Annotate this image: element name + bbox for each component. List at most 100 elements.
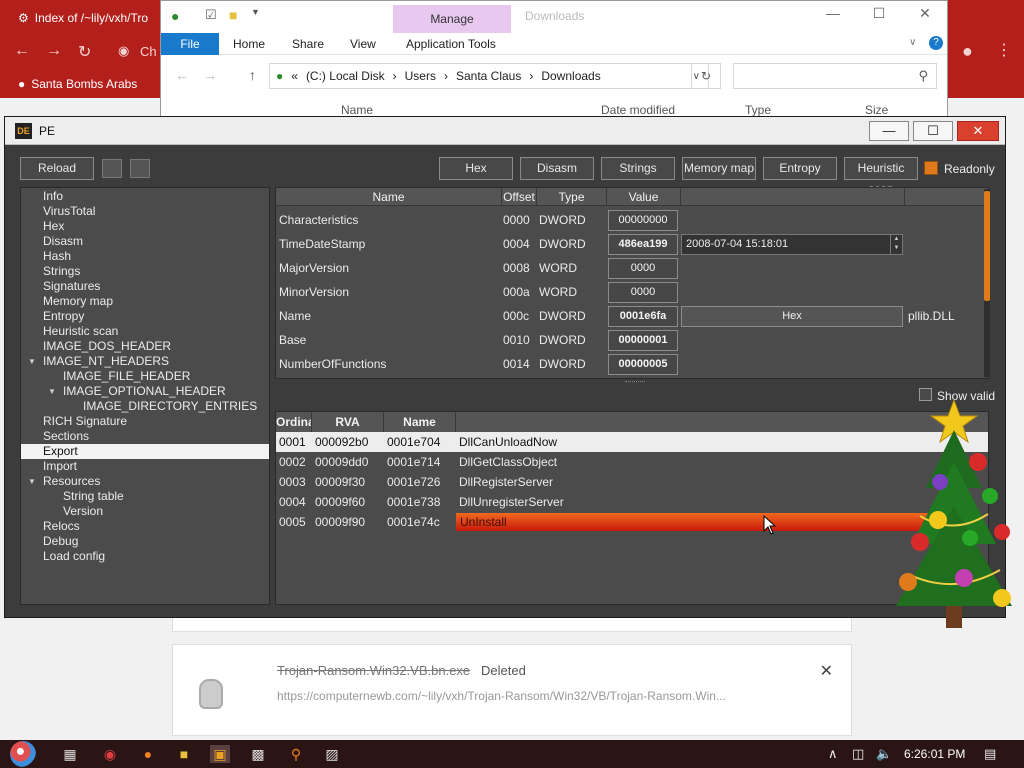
checklist-icon[interactable]: ☑ [205,7,217,23]
tree-item[interactable]: ▼ IMAGE_NT_HEADERS [21,354,269,369]
splitter-handle[interactable] [625,381,645,385]
column-name[interactable]: Name [341,103,373,117]
forward-icon[interactable]: → [203,67,217,83]
bookmark-item[interactable]: ● Santa Bombs Arabs [18,77,137,91]
grid-header-name[interactable]: Name [276,188,502,206]
minimize-button[interactable]: — [869,121,909,141]
firefox-taskbar-icon[interactable]: ● [138,745,158,763]
cmd-taskbar-icon[interactable]: ▩ [248,745,268,763]
manage-tab[interactable]: Manage [393,5,511,33]
clock[interactable]: 6:26:01 PM [904,747,965,761]
table-row[interactable]: 0002 00009dd0 0001e714 DllGetClassObject [276,452,988,472]
tree-item[interactable]: Relocs [21,519,269,534]
chevron-down-icon[interactable]: ∨ [909,37,916,48]
field-value-input[interactable]: 00000001 [608,330,678,351]
notifications-icon[interactable]: ▤ [984,746,996,762]
table-row[interactable]: 0003 00009f30 0001e726 DllRegisterServer [276,472,988,492]
back-icon[interactable]: ← [14,42,30,60]
close-icon[interactable]: ✕ [820,661,833,681]
start-button[interactable] [10,741,36,767]
tree-item[interactable]: String table [21,489,269,504]
field-value-input[interactable]: 0000 [608,258,678,279]
tree-item[interactable]: Memory map [21,294,269,309]
column-ordinal[interactable]: Ordina [276,412,312,432]
tree-item[interactable]: ▼ IMAGE_OPTIONAL_HEADER [21,384,269,399]
field-value-input[interactable]: 00000005 [608,354,678,375]
hex-button[interactable]: Hex [439,157,513,180]
readonly-checkbox[interactable] [924,161,938,175]
grid-header-offset[interactable]: Offset [502,188,537,206]
tree-item[interactable]: Version [21,504,269,519]
maximize-button[interactable]: ☐ [913,121,953,141]
tree-item[interactable]: Info [21,189,269,204]
dropdown-icon[interactable]: ▼ [251,7,260,17]
ribbon-home-tab[interactable]: Home [233,37,265,51]
tree-item[interactable]: IMAGE_FILE_HEADER [21,369,269,384]
expand-arrow-icon[interactable]: ▼ [28,354,36,369]
ribbon-view-tab[interactable]: View [350,37,376,51]
tree-item[interactable]: Strings [21,264,269,279]
memory-map-button[interactable]: Memory map [682,157,756,180]
ribbon-application-tools-tab[interactable]: Application Tools [406,37,496,51]
table-row[interactable]: 0005 00009f90 0001e74c UnInstall [276,512,988,532]
field-value-input[interactable]: 486ea199 [608,234,678,255]
search-input[interactable]: ⚲ [733,63,937,89]
forward-icon[interactable]: → [46,42,62,60]
scrollbar-thumb[interactable] [984,191,990,301]
up-icon[interactable]: ↑ [249,67,256,83]
back-icon[interactable]: ← [175,67,189,83]
toolbar-square-button[interactable] [130,159,150,178]
disasm-button[interactable]: Disasm [520,157,594,180]
address-segment[interactable]: Downloads [541,69,600,83]
field-value-input[interactable]: 0000 [608,282,678,303]
ribbon-share-tab[interactable]: Share [292,37,324,51]
volume-icon[interactable]: 🔈 [876,746,892,762]
grid-header-type[interactable]: Type [537,188,607,206]
expand-arrow-icon[interactable]: ▼ [48,384,56,399]
address-bar[interactable]: ● « (C:) Local Disk › Users › Santa Clau… [269,63,709,89]
tree-item[interactable]: Export [21,444,269,459]
heuristic-scan-button[interactable]: Heuristic scan [844,157,918,196]
menu-icon[interactable]: ⋮ [996,40,1012,60]
explorer-taskbar-icon[interactable]: ■ [174,745,194,763]
column-size[interactable]: Size [865,103,888,117]
ribbon-file-tab[interactable]: File [161,33,219,55]
minimize-icon[interactable]: — [813,5,853,27]
profile-icon[interactable]: ● [962,41,973,62]
reload-button[interactable]: Reload [20,157,94,180]
address-segment[interactable]: (C:) Local Disk [306,69,385,83]
chrome-taskbar-icon[interactable]: ◉ [100,745,120,763]
field-value-input[interactable]: 0001e6fa [608,306,678,327]
app-taskbar-icon[interactable]: ▨ [322,745,342,763]
task-view-icon[interactable]: ▦ [60,745,80,763]
datetime-edit[interactable]: 2008-07-04 15:18:01 ▲ ▼ [681,234,903,255]
reload-icon[interactable]: ↻ [78,42,91,62]
download-url[interactable]: https://computernewb.com/~lily/vxh/Troja… [277,689,726,703]
table-row[interactable]: 0004 00009f60 0001e738 DllUnregisterServer [276,492,988,512]
browser-tab[interactable]: ⚙ Index of /~lily/vxh/Tro [12,4,162,32]
tree-item[interactable]: Hex [21,219,269,234]
name-hex-button[interactable]: Hex [681,306,903,327]
column-rva[interactable]: RVA [312,412,384,432]
column-name[interactable]: Name [384,412,456,432]
tree-item[interactable]: Heuristic scan [21,324,269,339]
tree-item[interactable]: Sections [21,429,269,444]
field-value-input[interactable]: 00000000 [608,210,678,231]
die-taskbar-icon[interactable]: ▣ [210,745,230,763]
column-date-modified[interactable]: Date modified [601,103,675,117]
help-icon[interactable]: ? [929,36,943,50]
spin-arrows-icon[interactable]: ▲ ▼ [890,235,902,254]
tree-item[interactable]: IMAGE_DIRECTORY_ENTRIES [21,399,269,414]
refresh-button[interactable]: ↻ [691,63,721,89]
close-icon[interactable]: ✕ [905,5,945,27]
chevron-up-icon[interactable]: ∧ [828,746,838,762]
grid-scrollbar[interactable] [984,189,990,377]
tree-item[interactable]: Entropy [21,309,269,324]
tree-item[interactable]: Load config [21,549,269,564]
search-tool-taskbar-icon[interactable]: ⚲ [286,745,306,763]
close-button[interactable]: ✕ [957,121,999,141]
maximize-icon[interactable]: ☐ [859,5,899,27]
column-type[interactable]: Type [745,103,771,117]
address-segment[interactable]: Santa Claus [456,69,521,83]
tree-item[interactable]: Import [21,459,269,474]
